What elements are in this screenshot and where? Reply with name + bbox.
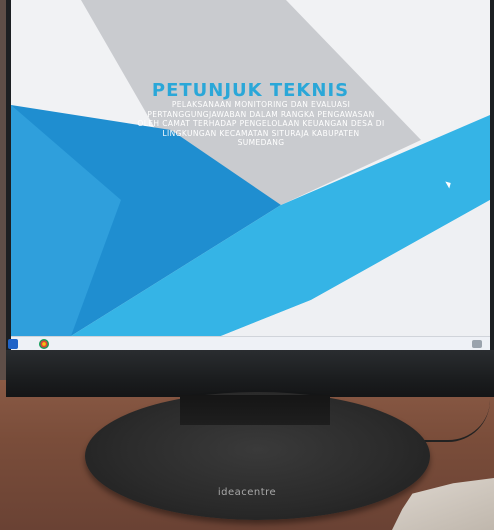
- monitor-screen: PETUNJUK TEKNIS PELAKSANAAN MONITORING D…: [11, 0, 490, 336]
- subtitle-line: PERTANGGUNGJAWABAN DALAM RANGKA PENGAWAS…: [147, 109, 375, 119]
- subtitle-line: OLEH CAMAT TERHADAP PENGELOLAAN KEUANGAN…: [137, 119, 385, 128]
- slide-subtitle: PELAKSANAAN MONITORING DAN EVALUASI PERT…: [106, 100, 416, 148]
- slide-title: PETUNJUK TEKNIS: [151, 80, 350, 101]
- monitor-stand-neck: [180, 395, 330, 425]
- subtitle-line: LINGKUNGAN KECAMATAN SITURAJA KABUPATEN: [162, 128, 360, 138]
- chrome-icon[interactable]: [39, 339, 49, 349]
- subtitle-line: SUMEDANG: [237, 138, 285, 147]
- subtitle-line: PELAKSANAAN MONITORING DAN EVALUASI: [171, 100, 351, 109]
- slide-background: [11, 0, 490, 336]
- monitor-chin: [6, 350, 494, 397]
- system-tray-icon[interactable]: [472, 340, 482, 348]
- windows-start-icon[interactable]: [8, 339, 18, 349]
- photo-scene: PETUNJUK TEKNIS PELAKSANAAN MONITORING D…: [0, 0, 494, 530]
- taskbar: [8, 336, 490, 351]
